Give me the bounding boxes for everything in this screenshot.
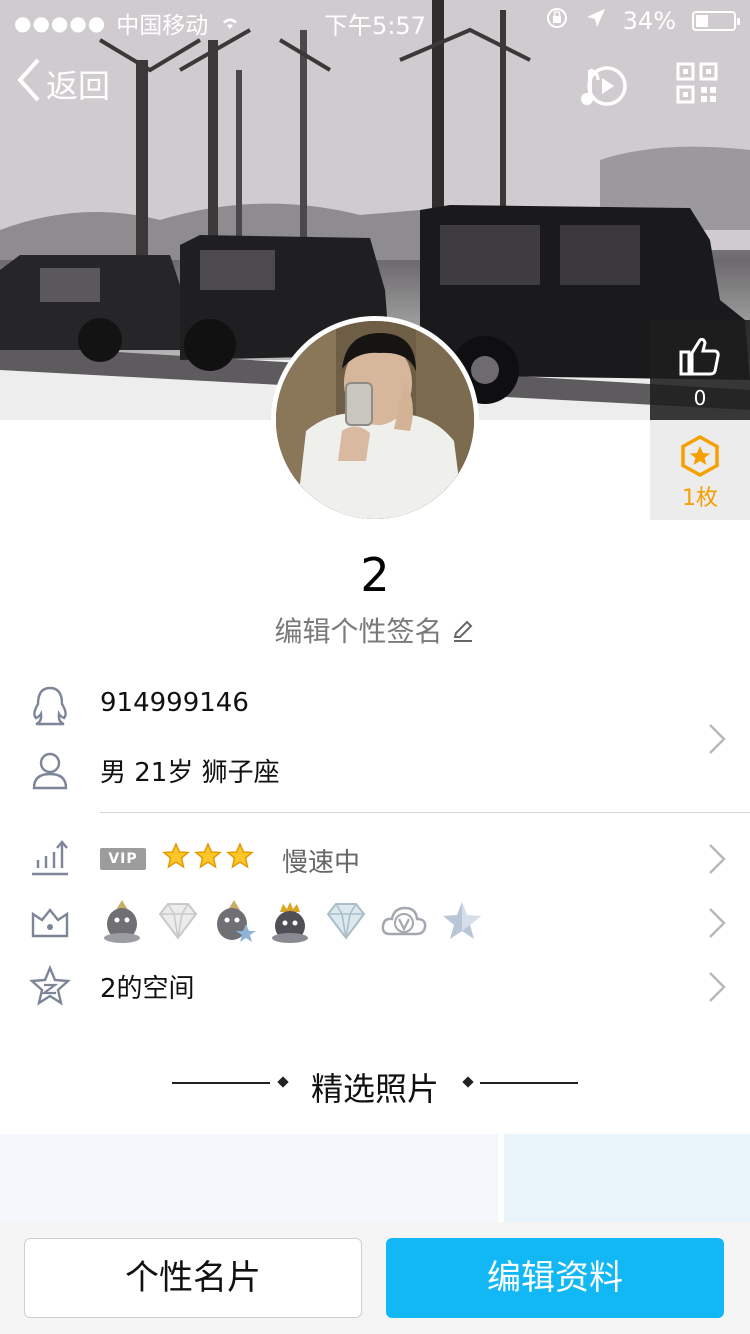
level-star-icon xyxy=(162,842,190,869)
chevron-right-icon[interactable] xyxy=(706,842,728,876)
status-right: 34% xyxy=(545,6,740,36)
level-star-icon xyxy=(194,842,222,869)
username: 2 xyxy=(360,548,390,602)
vip-badge: VIP xyxy=(100,848,146,870)
speed-status: 慢速中 xyxy=(282,848,361,878)
badge-icons xyxy=(100,898,484,944)
penguin-king-icon xyxy=(272,902,308,943)
profile-page: ●●●●● 中国移动 下午5:57 34% 返回 0 1枚 2 编辑个性签名 9… xyxy=(0,0,750,1334)
person-icon xyxy=(28,748,72,792)
level-star-icon xyxy=(226,842,254,869)
badge-button[interactable]: 1枚 xyxy=(650,420,750,520)
basic-info: 男 21岁 狮子座 xyxy=(100,758,280,788)
battery-percent: 34% xyxy=(622,7,676,35)
signature-edit[interactable]: 编辑个性签名 xyxy=(0,610,750,650)
divider-line xyxy=(480,1082,578,1084)
orientation-lock-icon xyxy=(545,6,569,36)
qzone-row[interactable]: 2的空间 xyxy=(0,958,750,1018)
chevron-right-icon[interactable] xyxy=(706,906,728,940)
profile-card-button[interactable]: 个性名片 xyxy=(24,1238,362,1318)
chevron-left-icon xyxy=(16,58,42,110)
chevron-right-icon[interactable] xyxy=(706,970,728,1004)
cloud-v-icon xyxy=(381,906,427,936)
bottom-bar: 个性名片 编辑资料 xyxy=(0,1222,750,1334)
like-button[interactable]: 0 xyxy=(650,320,750,420)
star-badge-icon xyxy=(678,434,722,482)
qq-number-row: 914999146 xyxy=(0,678,750,738)
music-play-icon[interactable] xyxy=(580,62,628,110)
penguin-icon xyxy=(28,684,72,728)
thumbs-up-icon xyxy=(678,334,722,382)
chevron-right-icon[interactable] xyxy=(706,722,728,756)
pencil-icon xyxy=(451,615,475,648)
top-nav: 返回 xyxy=(0,46,750,122)
crown-icon xyxy=(28,900,72,944)
diamond-icon xyxy=(158,903,198,940)
featured-photos-title: 精选照片 xyxy=(310,1070,439,1108)
star-icon xyxy=(443,902,481,939)
battery-icon xyxy=(692,11,740,31)
qq-number: 914999146 xyxy=(100,688,249,718)
featured-photo[interactable] xyxy=(504,1134,750,1224)
qzone-star-icon xyxy=(28,964,72,1008)
location-arrow-icon xyxy=(585,7,607,35)
penguin-star-icon xyxy=(217,900,256,942)
badge-count: 1枚 xyxy=(682,486,718,511)
edit-profile-button[interactable]: 编辑资料 xyxy=(386,1238,724,1318)
divider xyxy=(100,812,750,813)
diamond-blue-icon xyxy=(326,903,366,940)
likes-count: 0 xyxy=(693,386,707,410)
back-label: 返回 xyxy=(46,67,111,105)
status-bar: ●●●●● 中国移动 下午5:57 34% xyxy=(0,0,750,40)
level-chart-icon xyxy=(28,836,72,880)
basic-info-row: 男 21岁 狮子座 xyxy=(0,742,750,802)
avatar[interactable] xyxy=(271,316,479,524)
level-stars xyxy=(162,842,254,870)
back-button[interactable]: 返回 xyxy=(16,58,110,110)
qzone-label: 2的空间 xyxy=(100,974,195,1004)
qr-code-icon[interactable] xyxy=(676,62,718,104)
penguin-crown-icon xyxy=(104,900,140,943)
featured-photo[interactable] xyxy=(0,1134,498,1224)
signature-prompt: 编辑个性签名 xyxy=(274,615,443,648)
